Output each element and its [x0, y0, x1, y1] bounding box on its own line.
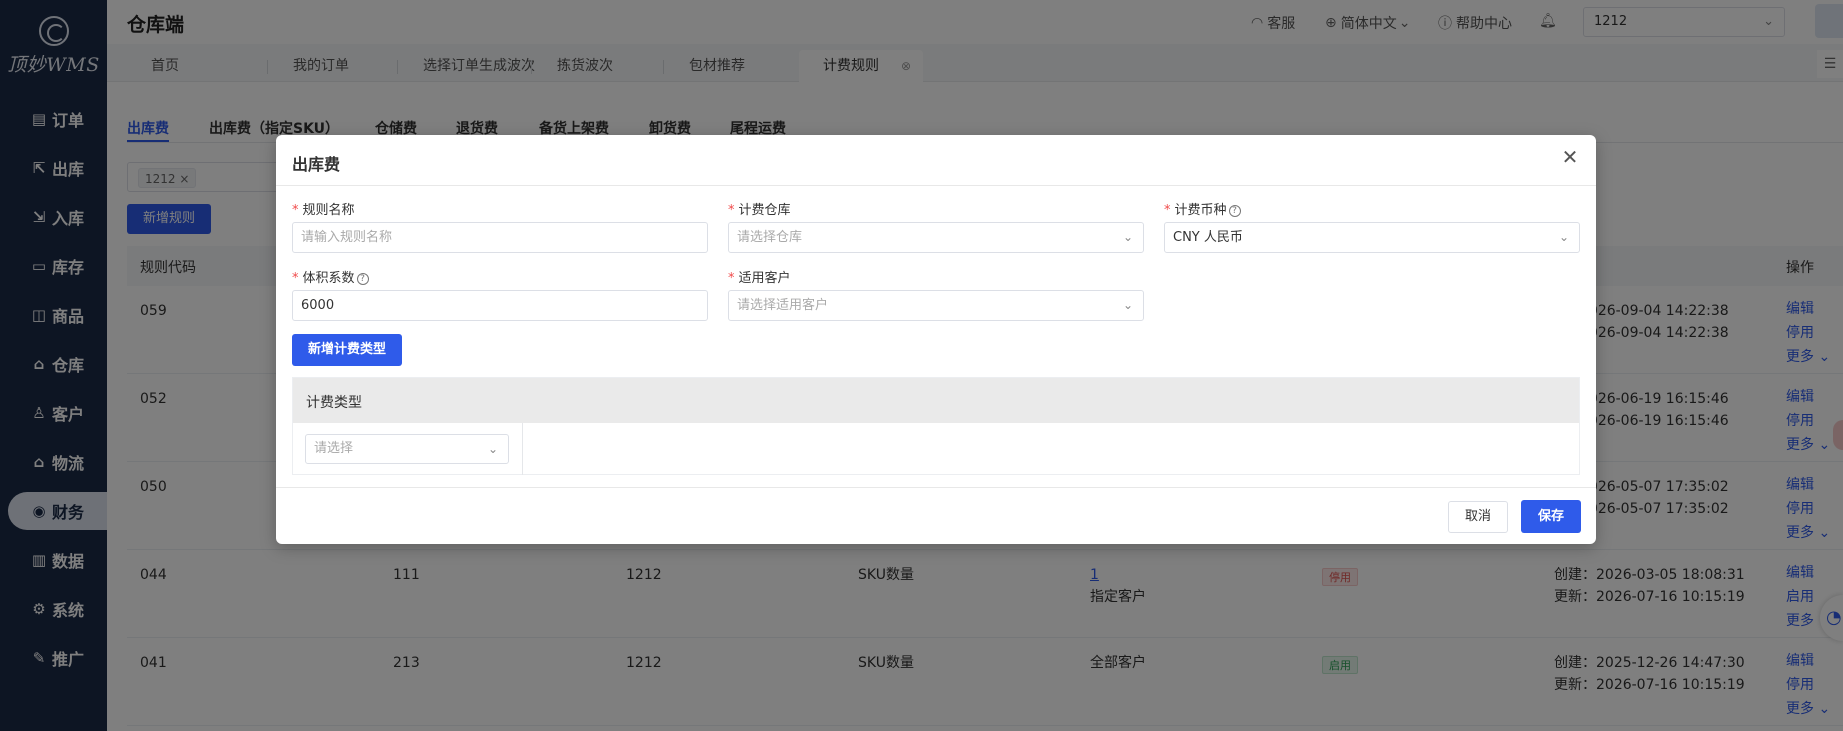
outbound-fee-dialog: 出库费 ✕ * 规则名称 请输入规则名称 * 计费仓库 请选择仓库 ⌄ * 计费币种? …	[276, 135, 1596, 544]
chevron-down-icon: ⌄	[487, 442, 498, 456]
chevron-down-icon: ⌄	[1122, 298, 1133, 312]
billing-warehouse-select[interactable]: 请选择仓库 ⌄	[728, 222, 1144, 253]
chevron-down-icon: ⌄	[1122, 230, 1133, 244]
customer-select[interactable]: 请选择适用客户 ⌄	[728, 290, 1144, 321]
fee-type-header: 计费类型	[293, 378, 1579, 423]
dialog-footer-divider	[276, 487, 1596, 488]
cancel-button[interactable]: 取消	[1448, 501, 1508, 533]
rule-name-label: * 规则名称	[292, 203, 355, 218]
chevron-down-icon: ⌄	[1558, 230, 1569, 244]
volume-factor-label: * 体积系数?	[292, 267, 369, 286]
billing-warehouse-label: * 计费仓库	[728, 203, 791, 218]
column-divider	[522, 423, 523, 475]
help-icon[interactable]: ?	[356, 273, 369, 285]
dialog-divider	[276, 185, 1596, 186]
add-fee-type-button[interactable]: 新增计费类型	[292, 334, 402, 366]
customer-label: * 适用客户	[728, 271, 791, 286]
rule-name-input[interactable]: 请输入规则名称	[292, 222, 708, 253]
volume-factor-input[interactable]: 6000	[292, 290, 708, 321]
save-button[interactable]: 保存	[1521, 500, 1581, 533]
currency-select[interactable]: CNY 人民币 ⌄	[1164, 222, 1580, 253]
fee-type-table: 计费类型 请选择 ⌄	[292, 377, 1580, 475]
close-icon[interactable]: ✕	[1558, 145, 1582, 169]
dialog-title: 出库费	[292, 155, 341, 174]
help-icon[interactable]: ?	[1228, 205, 1241, 217]
currency-label: * 计费币种?	[1164, 199, 1241, 218]
fee-type-select[interactable]: 请选择 ⌄	[305, 434, 509, 464]
